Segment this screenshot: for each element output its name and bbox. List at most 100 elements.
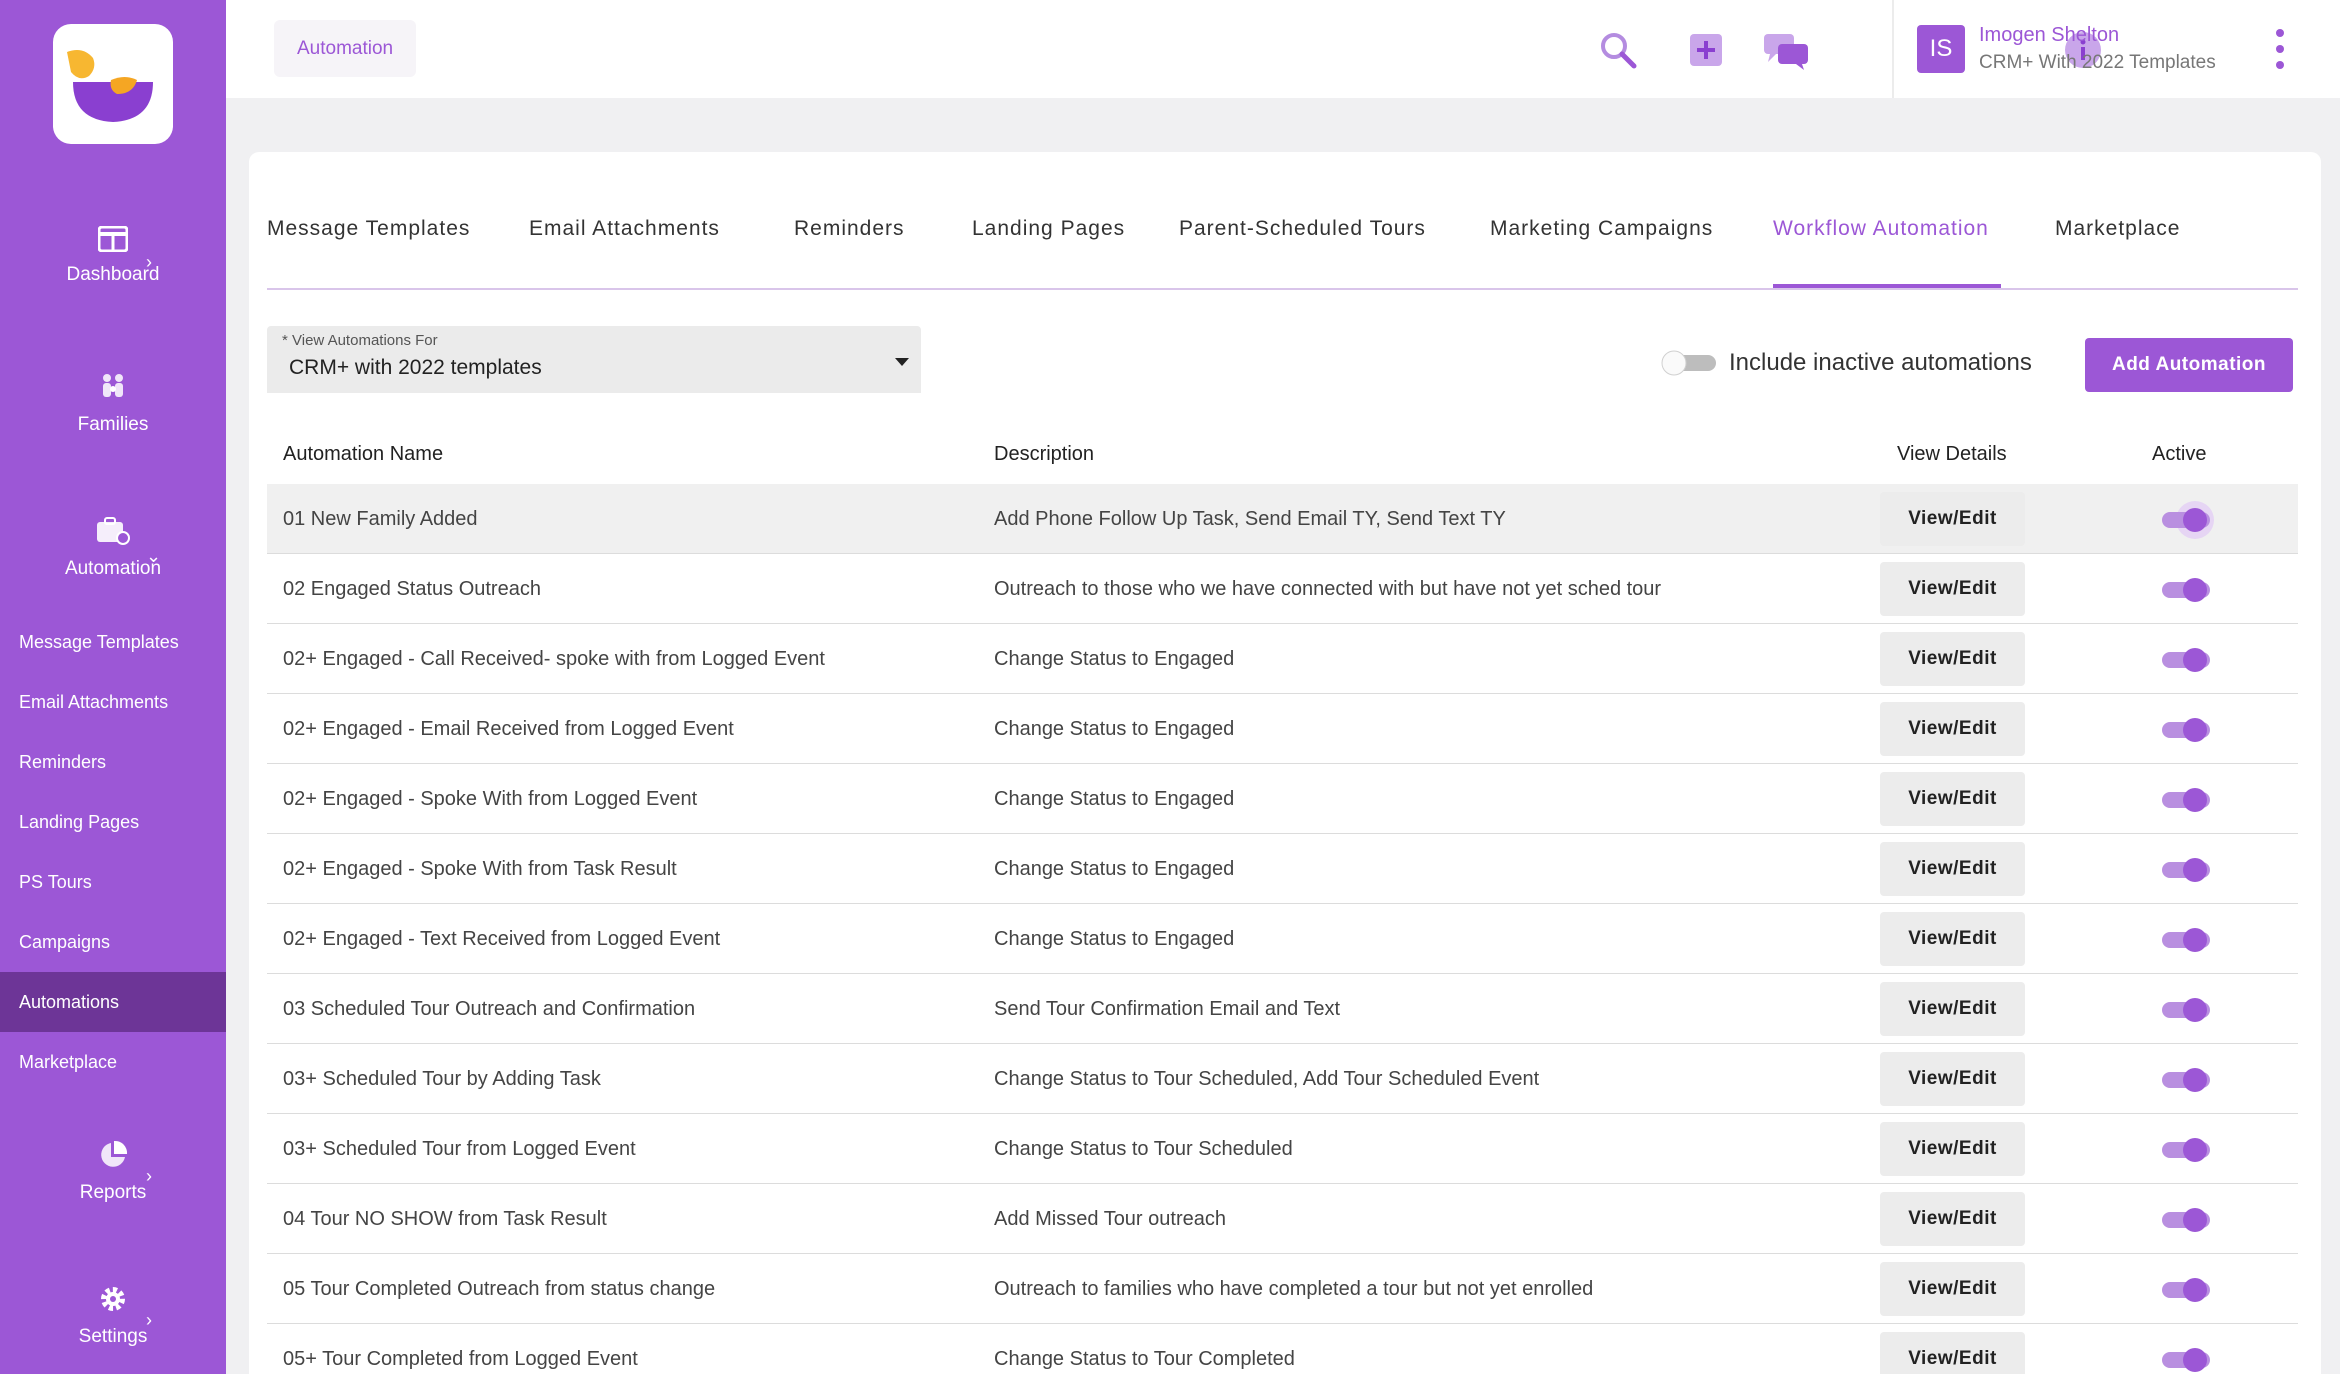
sidebar-item-email-attachments[interactable]: Email Attachments bbox=[0, 672, 226, 732]
automation-name-cell: 05+ Tour Completed from Logged Event bbox=[283, 1348, 638, 1370]
automation-name-cell: 01 New Family Added bbox=[283, 508, 478, 530]
header-divider bbox=[1892, 0, 1894, 98]
include-inactive-label: Include inactive automations bbox=[1729, 349, 2032, 376]
sidebar-item-marketplace[interactable]: Marketplace bbox=[0, 1032, 226, 1092]
automation-name-cell: 03 Scheduled Tour Outreach and Confirmat… bbox=[283, 998, 696, 1020]
automation-description-cell: Change Status to Engaged bbox=[994, 858, 1235, 880]
chevron-right-icon: › bbox=[146, 1310, 152, 1330]
nav-reports-label: Reports bbox=[79, 1182, 147, 1203]
tab-workflow-automation[interactable]: Workflow Automation bbox=[1773, 217, 1989, 241]
active-toggle[interactable] bbox=[2153, 1270, 2223, 1310]
automation-description-cell: Add Phone Follow Up Task, Send Email TY,… bbox=[994, 508, 1506, 530]
active-toggle[interactable] bbox=[2153, 1340, 2223, 1374]
sidebar-item-landing-pages[interactable]: Landing Pages bbox=[0, 792, 226, 852]
tab-reminders[interactable]: Reminders bbox=[794, 217, 905, 241]
active-toggle[interactable] bbox=[2153, 990, 2223, 1030]
table-row: 04 Tour NO SHOW from Task Result Add Miss… bbox=[267, 1184, 2298, 1254]
nav-dashboard[interactable]: › Dashboard bbox=[0, 226, 226, 286]
tab-parent-scheduled-tours[interactable]: Parent-Scheduled Tours bbox=[1179, 217, 1426, 241]
nav-automation[interactable]: ⌄ Automation bbox=[0, 516, 226, 580]
automation-name-cell: 03+ Scheduled Tour by Adding Task bbox=[283, 1068, 601, 1090]
view-edit-button[interactable]: View/Edit bbox=[1880, 842, 2025, 896]
table-row: 05+ Tour Completed from Logged Event Chan… bbox=[267, 1324, 2298, 1374]
view-edit-button[interactable]: View/Edit bbox=[1880, 1262, 2025, 1316]
automation-description-cell: Change Status to Engaged bbox=[994, 718, 1235, 740]
sidebar-item-campaigns[interactable]: Campaigns bbox=[0, 912, 226, 972]
automation-description-cell: Add Missed Tour outreach bbox=[994, 1208, 1226, 1230]
view-edit-button[interactable]: View/Edit bbox=[1880, 492, 2025, 546]
user-org: CRM+ With 2022 Templates bbox=[1979, 52, 2216, 73]
table-row: 02+ Engaged - Text Received from Logged … bbox=[267, 904, 2298, 974]
sidebar-item-automations[interactable]: Automations bbox=[0, 972, 226, 1032]
active-toggle[interactable] bbox=[2153, 500, 2223, 540]
view-edit-button[interactable]: View/Edit bbox=[1880, 1192, 2025, 1246]
automation-description-cell: Send Tour Confirmation Email and Text bbox=[994, 998, 1341, 1020]
search-icon[interactable] bbox=[1598, 30, 1638, 70]
nav-reports[interactable]: › Reports bbox=[0, 1140, 226, 1204]
view-edit-button[interactable]: View/Edit bbox=[1880, 1122, 2025, 1176]
active-toggle[interactable] bbox=[2153, 920, 2223, 960]
column-header-view-details: View Details bbox=[1897, 443, 2007, 465]
view-edit-button[interactable]: View/Edit bbox=[1880, 632, 2025, 686]
nav-settings-label: Settings bbox=[78, 1326, 148, 1347]
avatar[interactable]: IS bbox=[1917, 25, 1965, 73]
include-inactive-toggle[interactable] bbox=[1658, 348, 1718, 378]
sidebar-item-ps-tours[interactable]: PS Tours bbox=[0, 852, 226, 912]
active-toggle[interactable] bbox=[2153, 850, 2223, 890]
active-toggle[interactable] bbox=[2153, 640, 2223, 680]
tab-email-attachments[interactable]: Email Attachments bbox=[529, 217, 720, 241]
active-tab-indicator bbox=[1773, 284, 2001, 288]
active-toggle[interactable] bbox=[2153, 1130, 2223, 1170]
view-edit-button[interactable]: View/Edit bbox=[1880, 772, 2025, 826]
sidebar-item-reminders[interactable]: Reminders bbox=[0, 732, 226, 792]
nav-settings[interactable]: › Settings bbox=[0, 1284, 226, 1348]
table-row: 02 Engaged Status Outreach Outreach to th… bbox=[267, 554, 2298, 624]
view-automations-select[interactable]: * View Automations For CRM+ with 2022 te… bbox=[267, 326, 921, 393]
kebab-menu-icon[interactable] bbox=[2272, 28, 2288, 70]
view-edit-button[interactable]: View/Edit bbox=[1880, 1052, 2025, 1106]
sidebar-item-message-templates[interactable]: Message Templates bbox=[0, 612, 226, 672]
automation-description-cell: Change Status to Engaged bbox=[994, 648, 1235, 670]
table-row: 03+ Scheduled Tour from Logged Event Chan… bbox=[267, 1114, 2298, 1184]
active-toggle[interactable] bbox=[2153, 710, 2223, 750]
chevron-right-icon: › bbox=[146, 252, 152, 272]
nav-families-label: Families bbox=[77, 414, 149, 435]
view-edit-button[interactable]: View/Edit bbox=[1880, 912, 2025, 966]
nav-families[interactable]: Families bbox=[0, 372, 226, 436]
view-edit-button[interactable]: View/Edit bbox=[1880, 702, 2025, 756]
active-toggle[interactable] bbox=[2153, 780, 2223, 820]
automation-name-cell: 02+ Engaged - Text Received from Logged … bbox=[283, 928, 721, 950]
active-toggle[interactable] bbox=[2153, 1060, 2223, 1100]
column-header-description: Description bbox=[994, 443, 1095, 465]
view-edit-button[interactable]: View/Edit bbox=[1880, 562, 2025, 616]
add-automation-button[interactable]: Add Automation bbox=[2085, 338, 2293, 392]
app-logo[interactable] bbox=[53, 24, 173, 144]
automation-name-cell: 02+ Engaged - Spoke With from Logged Eve… bbox=[283, 788, 698, 810]
view-edit-button[interactable]: View/Edit bbox=[1880, 1332, 2025, 1374]
tab-landing-pages[interactable]: Landing Pages bbox=[972, 217, 1125, 241]
table-row: 02+ Engaged - Spoke With from Task Resul… bbox=[267, 834, 2298, 904]
automation-name-cell: 02 Engaged Status Outreach bbox=[283, 578, 541, 600]
tab-bar: Message Templates Email Attachments Remi… bbox=[267, 212, 2298, 290]
automation-name-cell: 02+ Engaged - Email Received from Logged… bbox=[283, 718, 734, 740]
table-row: 02+ Engaged - Spoke With from Logged Eve… bbox=[267, 764, 2298, 834]
chevron-down-icon: ⌄ bbox=[146, 546, 162, 566]
table-row: 03 Scheduled Tour Outreach and Confirmat… bbox=[267, 974, 2298, 1044]
column-header-active: Active bbox=[2152, 443, 2207, 465]
active-toggle[interactable] bbox=[2153, 1200, 2223, 1240]
tab-message-templates[interactable]: Message Templates bbox=[267, 217, 470, 241]
tab-marketplace[interactable]: Marketplace bbox=[2055, 217, 2180, 241]
chat-icon[interactable] bbox=[1762, 30, 1812, 70]
automation-name-cell: 04 Tour NO SHOW from Task Result bbox=[283, 1208, 607, 1230]
caret-down-icon bbox=[895, 358, 909, 366]
active-toggle[interactable] bbox=[2153, 570, 2223, 610]
view-edit-button[interactable]: View/Edit bbox=[1880, 982, 2025, 1036]
reports-icon bbox=[101, 1140, 128, 1167]
tab-marketing-campaigns[interactable]: Marketing Campaigns bbox=[1490, 217, 1713, 241]
breadcrumb[interactable]: Automation bbox=[274, 20, 417, 77]
select-value: CRM+ with 2022 templates bbox=[289, 356, 542, 379]
add-icon[interactable] bbox=[1686, 30, 1726, 70]
families-icon bbox=[103, 374, 123, 397]
automation-name-cell: 02+ Engaged - Spoke With from Task Resul… bbox=[283, 858, 677, 880]
gear-icon bbox=[101, 1287, 125, 1311]
